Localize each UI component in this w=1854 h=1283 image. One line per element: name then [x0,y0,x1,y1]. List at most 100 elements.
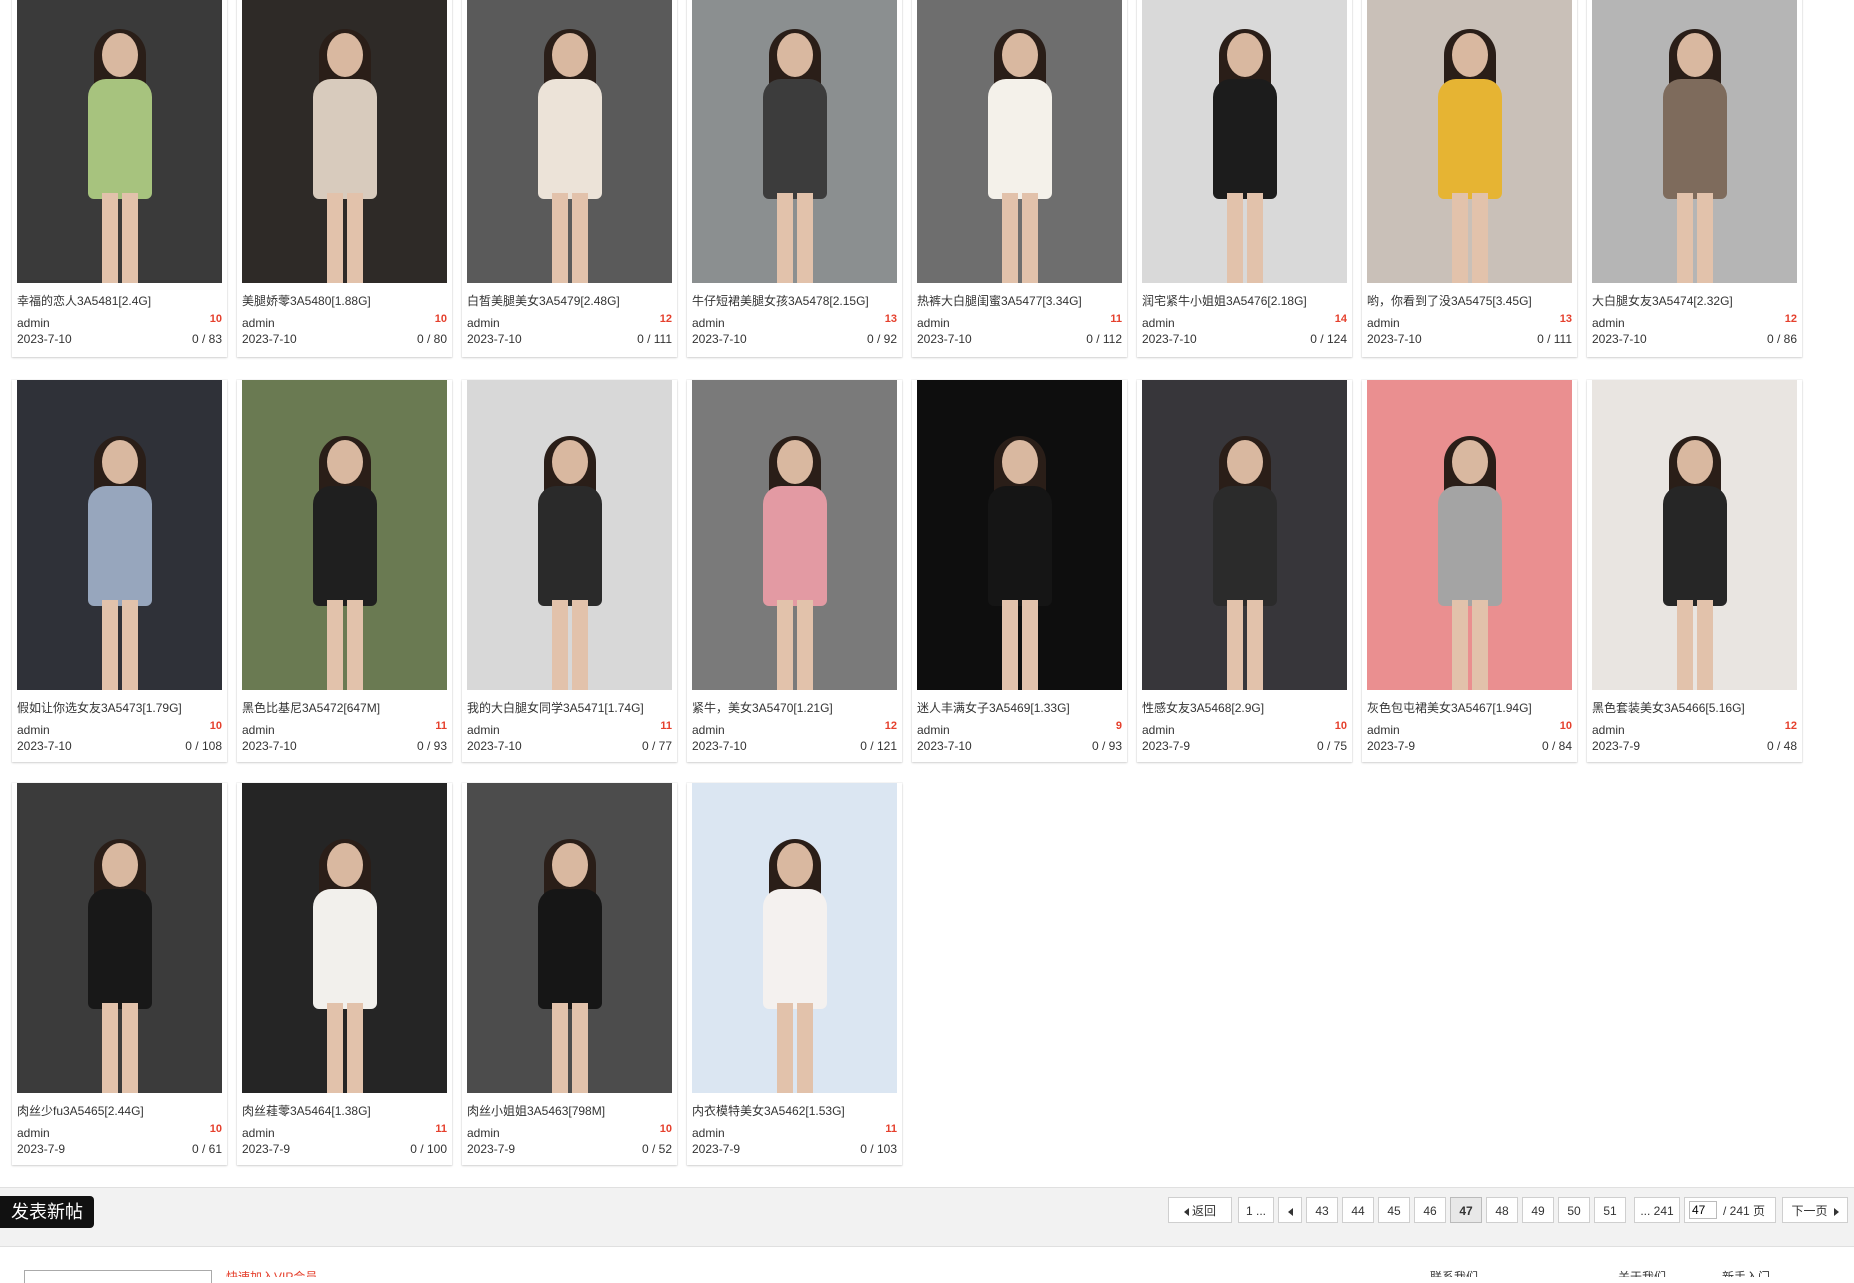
page-first[interactable]: 1 ... [1238,1197,1274,1223]
page-jump-input[interactable] [1689,1201,1717,1219]
thread-thumbnail[interactable] [692,783,897,1093]
back-button[interactable]: 返回 [1168,1197,1232,1223]
thread-author[interactable]: admin [1592,316,1625,330]
thread-title[interactable]: 肉丝少fu3A5465[2.44G] [17,1102,222,1119]
thread-title[interactable]: 美腿娇蕶3A5480[1.88G] [242,292,447,309]
thread-author[interactable]: admin [467,316,500,330]
thread-card[interactable]: 幸福的恋人3A5481[2.4G] admin 10 2023-7-10 0 / 83 [12,0,227,357]
thread-author[interactable]: admin [917,723,950,737]
thread-thumbnail[interactable] [17,380,222,690]
thread-author[interactable]: admin [17,316,50,330]
thread-title[interactable]: 肉丝小姐姐3A5463[798M] [467,1102,672,1119]
thread-card[interactable]: 迷人丰满女子3A5469[1.33G] admin 9 2023-7-10 0 / 93 [912,380,1127,762]
thread-card[interactable]: 牛仔短裙美腿女孩3A5478[2.15G] admin 13 2023-7-10 0 /… [687,0,902,357]
thread-card[interactable]: 我的大白腿女同学3A5471[1.74G] admin 11 2023-7-10 0 /… [462,380,677,762]
page-link[interactable]: 45 [1378,1197,1410,1223]
thread-card[interactable]: 润宅紧牛小姐姐3A5476[2.18G] admin 14 2023-7-10 0 / … [1137,0,1352,357]
page-link[interactable]: 49 [1522,1197,1554,1223]
thread-card[interactable]: 白皙美腿美女3A5479[2.48G] admin 12 2023-7-10 0 / 1… [462,0,677,357]
thread-author[interactable]: admin [17,723,50,737]
thread-card[interactable]: 紧牛，美女3A5470[1.21G] admin 12 2023-7-10 0 / 12… [687,380,902,762]
thread-title[interactable]: 灰色包屯裙美女3A5467[1.94G] [1367,699,1572,716]
page-link[interactable]: 51 [1594,1197,1626,1223]
thread-card[interactable]: 大白腿女友3A5474[2.32G] admin 12 2023-7-10 0 / 86 [1587,0,1802,357]
thread-title[interactable]: 迷人丰满女子3A5469[1.33G] [917,699,1122,716]
thread-card[interactable]: 内衣模特美女3A5462[1.53G] admin 11 2023-7-9 0 / 10… [687,783,902,1165]
thread-thumbnail[interactable] [17,783,222,1093]
new-post-button[interactable]: 发表新帖 [0,1196,94,1228]
thread-author[interactable]: admin [467,723,500,737]
thread-author[interactable]: admin [1142,723,1175,737]
thread-title[interactable]: 幸福的恋人3A5481[2.4G] [17,292,222,309]
thread-author[interactable]: admin [692,723,725,737]
thread-thumbnail[interactable] [1142,380,1347,690]
thread-title[interactable]: 内衣模特美女3A5462[1.53G] [692,1102,897,1119]
thread-card[interactable]: 黑色比基尼3A5472[647M] admin 11 2023-7-10 0 / 93 [237,380,452,762]
thread-title[interactable]: 哟，你看到了没3A5475[3.45G] [1367,292,1572,309]
thread-title[interactable]: 性感女友3A5468[2.9G] [1142,699,1347,716]
page-link[interactable]: 46 [1414,1197,1446,1223]
thread-card[interactable]: 美腿娇蕶3A5480[1.88G] admin 10 2023-7-10 0 / 80 [237,0,452,357]
thread-title[interactable]: 紧牛，美女3A5470[1.21G] [692,699,897,716]
thread-title[interactable]: 大白腿女友3A5474[2.32G] [1592,292,1797,309]
thread-thumbnail[interactable] [1592,380,1797,690]
thread-thumbnail[interactable] [467,380,672,690]
footer-link-contact[interactable]: 联系我们 [1430,1268,1478,1277]
thread-author[interactable]: admin [692,316,725,330]
thread-thumbnail[interactable] [692,0,897,283]
thread-thumbnail[interactable] [1142,0,1347,283]
next-page-button[interactable]: 下一页 [1782,1197,1848,1223]
thread-author[interactable]: admin [1142,316,1175,330]
thread-author[interactable]: admin [17,1126,50,1140]
thread-card[interactable]: 假如让你选女友3A5473[1.79G] admin 10 2023-7-10 0 / … [12,380,227,762]
prev-page-button[interactable] [1278,1197,1302,1223]
thread-author[interactable]: admin [242,316,275,330]
thread-thumbnail[interactable] [467,783,672,1093]
page-last[interactable]: ... 241 [1634,1197,1680,1223]
thread-title[interactable]: 牛仔短裙美腿女孩3A5478[2.15G] [692,292,897,309]
thread-thumbnail[interactable] [467,0,672,283]
thread-thumbnail[interactable] [1367,380,1572,690]
footer-link-newbie[interactable]: 新手入门 [1722,1268,1770,1277]
thread-author[interactable]: admin [242,723,275,737]
thread-card[interactable]: 黑色套装美女3A5466[5.16G] admin 12 2023-7-9 0 / 48 [1587,380,1802,762]
thread-title[interactable]: 黑色套装美女3A5466[5.16G] [1592,699,1797,716]
thread-title[interactable]: 肉丝蓕蕶3A5464[1.38G] [242,1102,447,1119]
thread-title[interactable]: 润宅紧牛小姐姐3A5476[2.18G] [1142,292,1347,309]
thread-thumbnail[interactable] [242,380,447,690]
footer-link-about[interactable]: 关于我们 [1618,1268,1666,1277]
thread-title[interactable]: 热裤大白腿闺蜜3A5477[3.34G] [917,292,1122,309]
thread-thumbnail[interactable] [917,380,1122,690]
thread-thumbnail[interactable] [692,380,897,690]
thread-card[interactable]: 肉丝小姐姐3A5463[798M] admin 10 2023-7-9 0 / 52 [462,783,677,1165]
thread-author[interactable]: admin [1592,723,1625,737]
thread-card[interactable]: 灰色包屯裙美女3A5467[1.94G] admin 10 2023-7-9 0 / 8… [1362,380,1577,762]
page-link[interactable]: 50 [1558,1197,1590,1223]
thread-card[interactable]: 热裤大白腿闺蜜3A5477[3.34G] admin 11 2023-7-10 0 / … [912,0,1127,357]
thread-author[interactable]: admin [692,1126,725,1140]
thread-title[interactable]: 假如让你选女友3A5473[1.79G] [17,699,222,716]
thread-author[interactable]: admin [1367,723,1400,737]
thread-thumbnail[interactable] [242,783,447,1093]
thread-author[interactable]: admin [917,316,950,330]
thread-title[interactable]: 白皙美腿美女3A5479[2.48G] [467,292,672,309]
thread-author[interactable]: admin [467,1126,500,1140]
thread-card[interactable]: 肉丝少fu3A5465[2.44G] admin 10 2023-7-9 0 / 61 [12,783,227,1165]
thread-title[interactable]: 我的大白腿女同学3A5471[1.74G] [467,699,672,716]
thread-thumbnail[interactable] [242,0,447,283]
thread-thumbnail[interactable] [917,0,1122,283]
page-link[interactable]: 44 [1342,1197,1374,1223]
thread-title[interactable]: 黑色比基尼3A5472[647M] [242,699,447,716]
thread-card[interactable]: 性感女友3A5468[2.9G] admin 10 2023-7-9 0 / 75 [1137,380,1352,762]
page-current[interactable]: 47 [1450,1197,1482,1223]
footer-promo-link[interactable]: 快速加入VIP会员 [226,1268,317,1277]
thread-author[interactable]: admin [242,1126,275,1140]
thread-thumbnail[interactable] [1592,0,1797,283]
page-link[interactable]: 43 [1306,1197,1338,1223]
thread-thumbnail[interactable] [1367,0,1572,283]
thread-thumbnail[interactable] [17,0,222,283]
thread-card[interactable]: 哟，你看到了没3A5475[3.45G] admin 13 2023-7-10 0 / … [1362,0,1577,357]
page-link[interactable]: 48 [1486,1197,1518,1223]
thread-card[interactable]: 肉丝蓕蕶3A5464[1.38G] admin 11 2023-7-9 0 / 100 [237,783,452,1165]
thread-author[interactable]: admin [1367,316,1400,330]
